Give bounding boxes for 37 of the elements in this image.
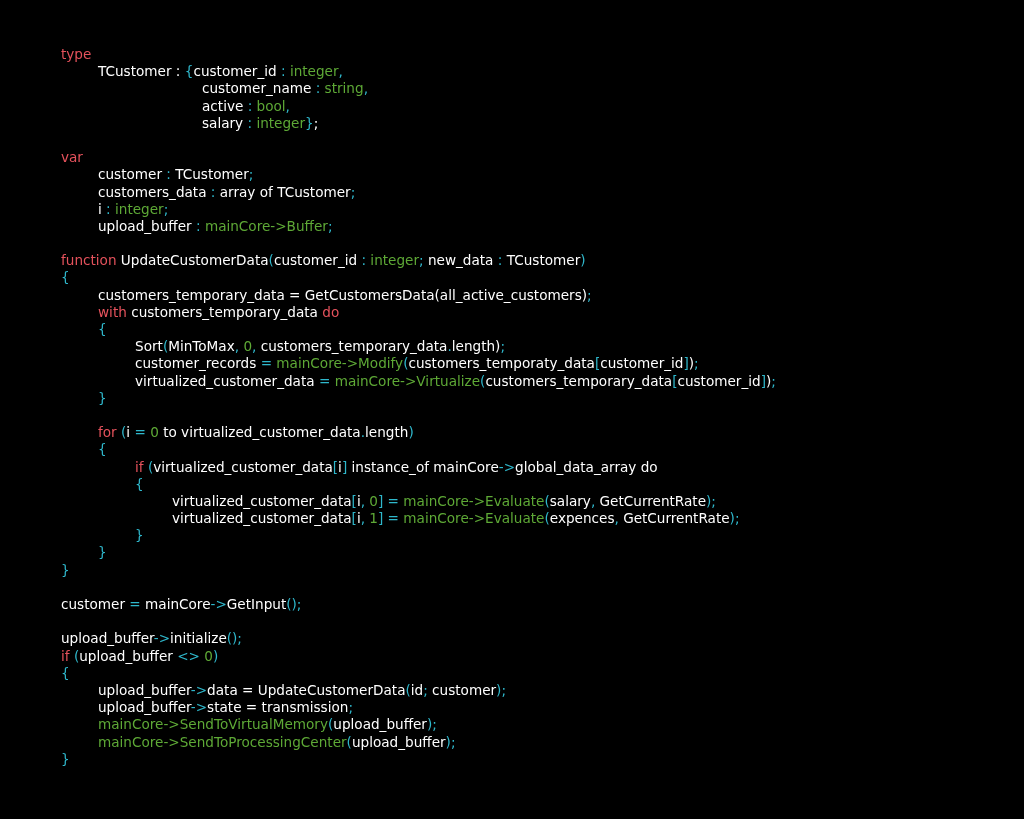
code-line: upload_buffer : mainCore->Buffer; (98, 217, 333, 236)
code-line: upload_buffer->state = transmission; (98, 699, 353, 717)
code-line: Sort(MinToMax, 0, customers_temporary_data.length); (135, 338, 505, 356)
code-line: with customers_temporary_data do (98, 303, 340, 321)
code-line: type (61, 46, 92, 64)
code-line: } (61, 561, 70, 579)
code-line: } (61, 750, 70, 768)
code-line: { (135, 475, 144, 493)
code-line: { (98, 441, 107, 459)
code-line: virtualized_customer_data[i, 1] = mainCore->Evaluate(expences, GetCurrentRate); (172, 510, 740, 528)
code-line: mainCore->SendToProcessingCenter(upload_buffer); (98, 733, 456, 751)
code-line: customers_temporary_data = GetCustomersData(all_active_customers); (98, 286, 592, 304)
code-line: } (98, 544, 107, 562)
code-line: i : integer; (98, 200, 169, 218)
code-line: virtualized_customer_data[i, 0] = mainCore->Evaluate(salary, GetCurrentRate); (172, 492, 716, 511)
code-line: function UpdateCustomerData(customer_id : integer; new_data : TCustomer) (61, 252, 586, 270)
code-line: upload_buffer->initialize(); (61, 630, 242, 648)
code-line: upload_buffer->data = UpdateCustomerData(id; customer); (98, 681, 506, 700)
code-line: customer : TCustomer; (98, 166, 254, 184)
code-line: active : bool, (202, 97, 290, 115)
code-line: customer_name : string, (202, 80, 368, 98)
code-line: var (61, 149, 83, 167)
code-line: salary : integer}; (202, 114, 319, 132)
code-line: { (98, 321, 107, 339)
code-line: for (i = 0 to virtualized_customer_data.length) (98, 424, 414, 442)
code-line: } (135, 527, 144, 545)
code-line: { (61, 269, 70, 287)
code-line: TCustomer : {customer_id : integer, (98, 63, 343, 81)
code-line: virtualized_customer_data = mainCore->Virtualize(customers_temporary_data[customer_id]); (135, 372, 776, 390)
code-line: customer = mainCore->GetInput(); (61, 596, 302, 614)
code-line: customers_data : array of TCustomer; (98, 183, 356, 201)
code-line: if (virtualized_customer_data[i] instance_of mainCore->global_data_array do (135, 458, 658, 476)
code-line: } (98, 389, 107, 407)
code-line: { (61, 664, 70, 682)
code-line: if (upload_buffer <> 0) (61, 647, 219, 665)
code-line: mainCore->SendToVirtualMemory(upload_buffer); (98, 716, 437, 734)
code-line: customer_records = mainCore->Modify(customers_temporaty_data[customer_id]); (135, 355, 699, 373)
